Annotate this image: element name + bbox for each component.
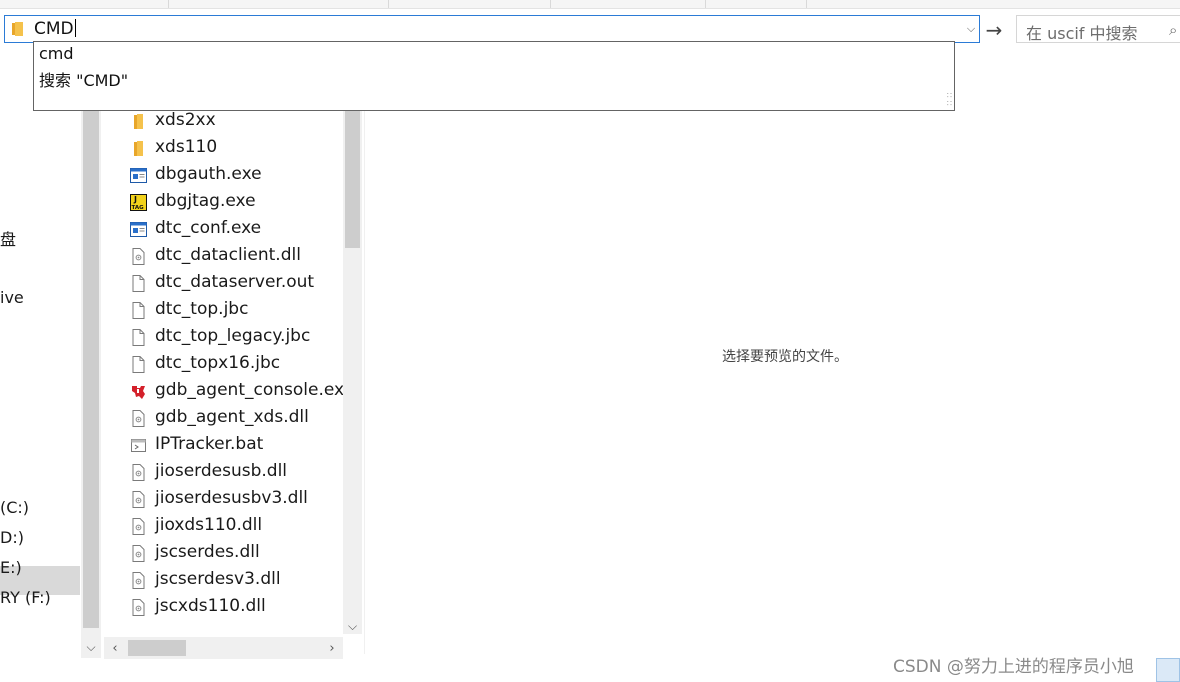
file-icon <box>130 275 147 292</box>
nav-item[interactable]: 盘 <box>0 226 16 250</box>
text-caret <box>74 19 76 37</box>
dll-icon <box>130 545 147 562</box>
file-name: dtc_top.jbc <box>155 299 249 319</box>
address-input[interactable]: CMD <box>34 19 76 39</box>
file-row[interactable]: jioxds110.dll <box>102 513 343 540</box>
nav-item-drive-e[interactable]: E:) <box>0 558 22 577</box>
nav-scrollbar-thumb[interactable] <box>83 96 99 628</box>
file-name: dtc_topx16.jbc <box>155 353 281 373</box>
chevron-down-icon[interactable]: ⌵ <box>81 636 101 658</box>
file-row[interactable]: dtc_dataserver.out <box>102 270 343 297</box>
file-row[interactable]: jioserdesusb.dll <box>102 459 343 486</box>
jtag-icon: J TAG <box>130 194 147 211</box>
folder-icon <box>130 113 147 130</box>
dll-icon <box>130 572 147 589</box>
file-name: jscserdes.dll <box>155 542 260 562</box>
dll-icon <box>130 599 147 616</box>
folder-icon <box>130 140 147 157</box>
autocomplete-dropdown: cmd 搜索 "CMD" ∷ ∷ <box>33 41 955 111</box>
file-list: sd560v2_updatesxds2xxxds110dbgauth.exeJT… <box>102 94 343 634</box>
nav-item-drive-c[interactable]: (C:) <box>0 498 29 517</box>
file-row[interactable]: dtc_top_legacy.jbc <box>102 324 343 351</box>
svg-text:J: J <box>133 195 137 204</box>
file-row[interactable]: xds2xx <box>102 108 343 135</box>
autocomplete-item[interactable]: 搜索 "CMD" <box>39 67 128 91</box>
file-row[interactable]: jioserdesusbv3.dll <box>102 486 343 513</box>
file-name: jioserdesusbv3.dll <box>155 488 308 508</box>
file-name: jioserdesusb.dll <box>155 461 288 481</box>
file-list-scrollbar-thumb[interactable] <box>345 96 360 248</box>
search-input[interactable]: 在 uscif 中搜索 <box>1026 20 1138 44</box>
file-row[interactable]: jscserdes.dll <box>102 540 343 567</box>
dll-icon <box>130 464 147 481</box>
file-row[interactable]: xds110 <box>102 135 343 162</box>
navigation-pane: 盘 ive (C:) D:) E:) RY (F:) <box>0 44 80 634</box>
exe-app-icon <box>130 221 147 238</box>
dll-icon <box>130 410 147 427</box>
autocomplete-item[interactable]: cmd <box>39 44 74 63</box>
pane-divider[interactable] <box>364 94 365 654</box>
resize-grip-icon[interactable]: ∷ ∷ <box>947 92 952 108</box>
dll-icon <box>130 248 147 265</box>
file-row[interactable]: gdb_agent_console.exe <box>102 378 343 405</box>
nav-item[interactable]: ive <box>0 288 24 307</box>
dll-icon <box>130 518 147 535</box>
file-row[interactable]: dtc_topx16.jbc <box>102 351 343 378</box>
file-name: dtc_dataserver.out <box>155 272 315 292</box>
file-name: xds2xx <box>155 110 216 130</box>
details-view-icon[interactable] <box>1156 658 1180 682</box>
address-value: CMD <box>34 19 74 39</box>
file-name: xds110 <box>155 137 218 157</box>
file-name: dtc_dataclient.dll <box>155 245 301 265</box>
file-row[interactable]: jscserdesv3.dll <box>102 567 343 594</box>
file-name: jscxds110.dll <box>155 596 266 616</box>
horizontal-scrollbar-thumb[interactable] <box>128 640 186 656</box>
file-name: gdb_agent_xds.dll <box>155 407 309 427</box>
file-name: dtc_conf.exe <box>155 218 262 238</box>
preview-placeholder: 选择要预览的文件。 <box>722 349 848 365</box>
column-separator[interactable] <box>550 0 551 8</box>
nav-item-drive-f[interactable]: RY (F:) <box>0 588 51 607</box>
column-separator[interactable] <box>388 0 389 8</box>
file-icon <box>130 329 147 346</box>
file-row[interactable]: dbgauth.exe <box>102 162 343 189</box>
column-separator[interactable] <box>806 0 807 8</box>
column-separator[interactable] <box>705 0 706 8</box>
file-name: jscserdesv3.dll <box>155 569 281 589</box>
ti-logo-icon <box>130 383 147 400</box>
chevron-left-icon[interactable]: ‹ <box>104 637 126 659</box>
file-row[interactable]: gdb_agent_xds.dll <box>102 405 343 432</box>
search-box[interactable]: 在 uscif 中搜索 ⌕ <box>1016 15 1180 43</box>
search-icon[interactable]: ⌕ <box>1169 21 1177 39</box>
file-name: dbgjtag.exe <box>155 191 256 211</box>
column-separator[interactable] <box>168 0 169 8</box>
bat-icon <box>130 437 147 454</box>
folder-icon <box>12 22 23 36</box>
address-bar[interactable]: CMD ⌵ <box>4 15 980 43</box>
file-name: jioxds110.dll <box>155 515 263 535</box>
file-row[interactable]: dtc_dataclient.dll <box>102 243 343 270</box>
file-name: IPTracker.bat <box>155 434 264 454</box>
nav-item-drive-d[interactable]: D:) <box>0 528 24 547</box>
chevron-down-icon[interactable]: ⌵ <box>962 16 980 42</box>
go-arrow-icon[interactable]: → <box>983 18 1005 42</box>
file-icon <box>130 302 147 319</box>
file-name: dbgauth.exe <box>155 164 262 184</box>
chevron-down-icon[interactable]: ⌵ <box>343 616 362 636</box>
chevron-right-icon[interactable]: › <box>321 637 343 659</box>
file-icon <box>130 356 147 373</box>
file-row[interactable]: dtc_top.jbc <box>102 297 343 324</box>
exe-app-icon <box>130 167 147 184</box>
svg-text:TAG: TAG <box>132 205 145 211</box>
file-name: gdb_agent_console.exe <box>155 380 343 400</box>
column-header-strip <box>0 0 1180 9</box>
watermark: CSDN @努力上进的程序员小旭 <box>893 657 1134 677</box>
file-name: dtc_top_legacy.jbc <box>155 326 311 346</box>
file-row[interactable]: IPTracker.bat <box>102 432 343 459</box>
file-row[interactable]: J TAG dbgjtag.exe <box>102 189 343 216</box>
dll-icon <box>130 491 147 508</box>
file-row[interactable]: jscxds110.dll <box>102 594 343 621</box>
file-row[interactable]: dtc_conf.exe <box>102 216 343 243</box>
